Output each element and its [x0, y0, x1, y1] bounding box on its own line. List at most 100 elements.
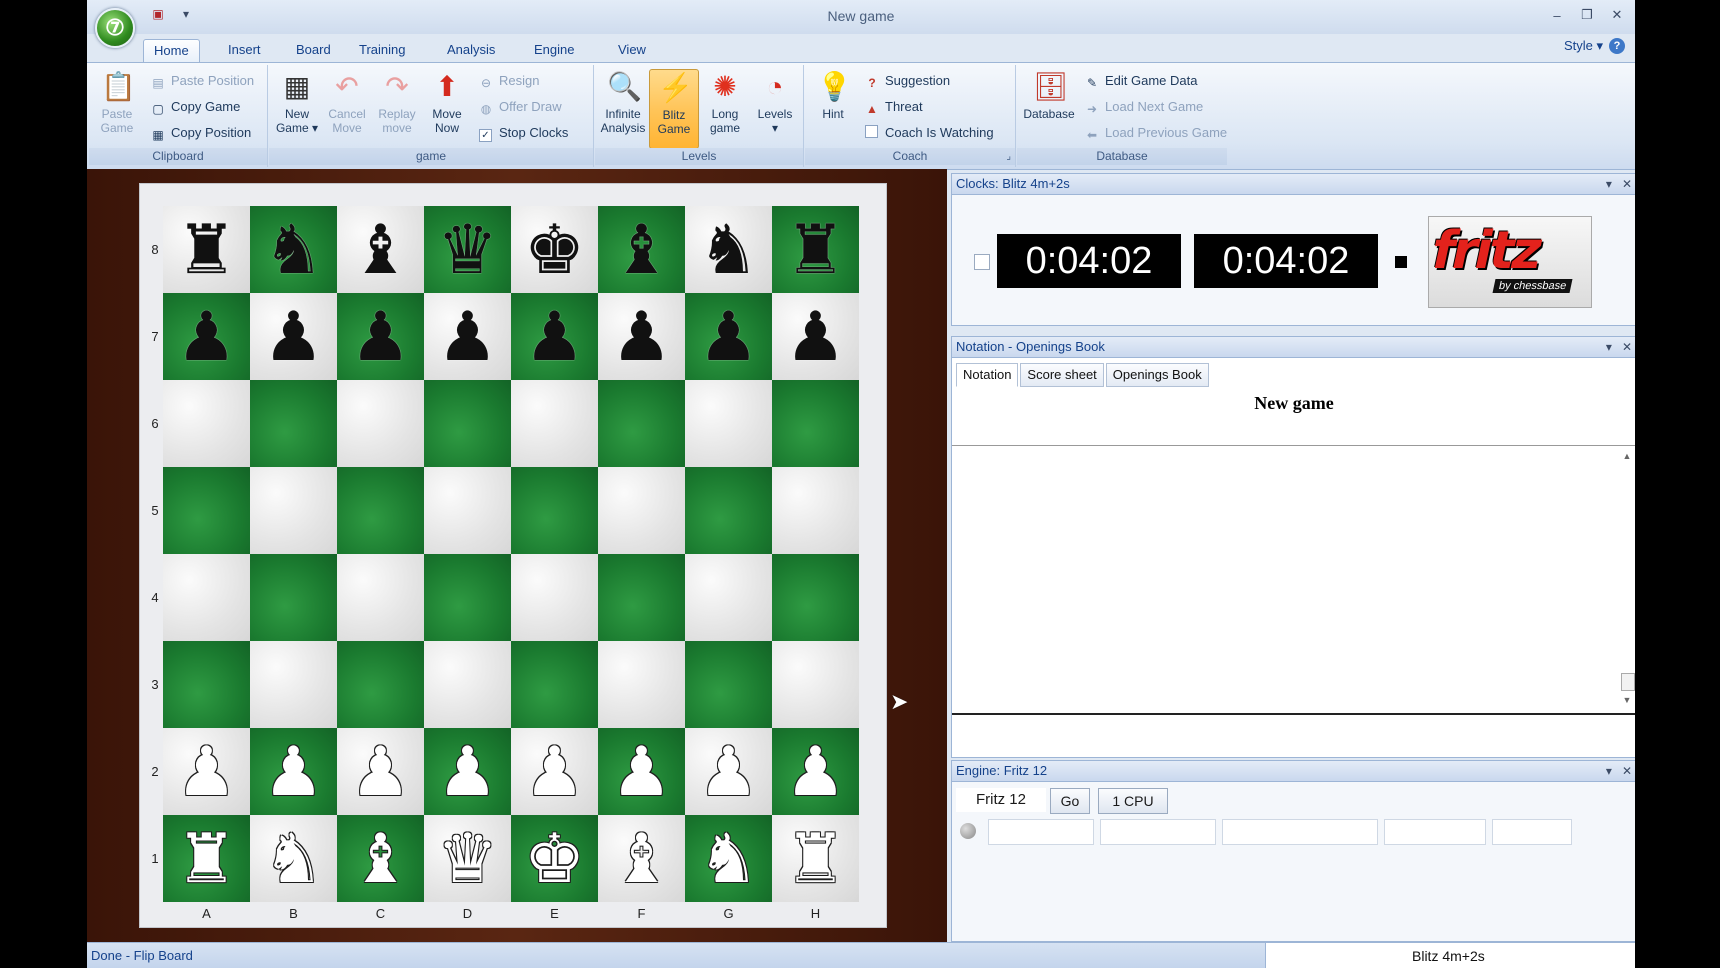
square-e3[interactable]	[511, 641, 598, 728]
square-b2[interactable]: ♟	[250, 728, 337, 815]
cpu-button[interactable]: 1 CPU	[1098, 788, 1168, 814]
tab-score-sheet[interactable]: Score sheet	[1020, 363, 1104, 387]
square-g1[interactable]: ♞	[685, 815, 772, 902]
square-h3[interactable]	[772, 641, 859, 728]
square-h4[interactable]	[772, 554, 859, 641]
hint-button[interactable]: 💡 Hint	[809, 69, 857, 147]
square-c3[interactable]	[337, 641, 424, 728]
paste-game-button[interactable]: 📋 Paste Game	[93, 69, 141, 147]
square-e1[interactable]: ♚	[511, 815, 598, 902]
tab-board[interactable]: Board	[286, 39, 341, 61]
square-h7[interactable]: ♟	[772, 293, 859, 380]
white-pawn-icon[interactable]: ♟	[611, 738, 672, 806]
notation-scrollbar[interactable]: ▲ ▼	[1620, 451, 1635, 705]
chessboard[interactable]: ♜ ♞ ♝ ♛ ♚ ♝ ♞ ♜ ♟ ♟ ♟ ♟ ♟ ♟ ♟ ♟ ♟ ♟ ♟ ♟ ♟ ♟ ♟ ♟ ♜ ♞ ♝ ♛ ♚ ♝ ♞ ♜	[163, 206, 859, 902]
square-e2[interactable]: ♟	[511, 728, 598, 815]
black-queen-icon[interactable]: ♛	[437, 216, 498, 284]
restore-icon[interactable]: ❐	[1575, 4, 1599, 26]
square-a7[interactable]: ♟	[163, 293, 250, 380]
panel-menu-icon[interactable]: ▾	[1606, 174, 1612, 194]
black-pawn-icon[interactable]: ♟	[350, 303, 411, 371]
load-next-game-button[interactable]: ➜ Load Next Game	[1085, 95, 1203, 119]
white-pawn-icon[interactable]: ♟	[437, 738, 498, 806]
cancel-move-button[interactable]: ↶ Cancel Move	[323, 69, 371, 147]
black-pawn-icon[interactable]: ♟	[437, 303, 498, 371]
square-e5[interactable]	[511, 467, 598, 554]
panel-close-icon[interactable]: ✕	[1622, 761, 1632, 781]
square-b3[interactable]	[250, 641, 337, 728]
dialog-launcher-icon[interactable]: ⌟	[1006, 148, 1011, 165]
square-b7[interactable]: ♟	[250, 293, 337, 380]
square-c7[interactable]: ♟	[337, 293, 424, 380]
square-c1[interactable]: ♝	[337, 815, 424, 902]
square-f2[interactable]: ♟	[598, 728, 685, 815]
levels-button[interactable]: ◔ Levels ▾	[751, 69, 799, 147]
square-b8[interactable]: ♞	[250, 206, 337, 293]
square-a1[interactable]: ♜	[163, 815, 250, 902]
square-a3[interactable]	[163, 641, 250, 728]
white-pawn-icon[interactable]: ♟	[524, 738, 585, 806]
panel-menu-icon[interactable]: ▾	[1606, 337, 1612, 357]
tab-home[interactable]: Home	[143, 39, 200, 62]
square-a2[interactable]: ♟	[163, 728, 250, 815]
tab-view[interactable]: View	[608, 39, 656, 61]
square-d2[interactable]: ♟	[424, 728, 511, 815]
white-knight-icon[interactable]: ♞	[698, 825, 759, 893]
square-c6[interactable]	[337, 380, 424, 467]
blitz-game-button[interactable]: ⚡ Blitz Game	[649, 69, 699, 149]
black-pawn-icon[interactable]: ♟	[176, 303, 237, 371]
black-pawn-icon[interactable]: ♟	[785, 303, 846, 371]
close-icon[interactable]: ✕	[1605, 4, 1629, 26]
square-d4[interactable]	[424, 554, 511, 641]
panel-close-icon[interactable]: ✕	[1622, 174, 1632, 194]
black-pawn-icon[interactable]: ♟	[698, 303, 759, 371]
square-f7[interactable]: ♟	[598, 293, 685, 380]
white-pawn-icon[interactable]: ♟	[176, 738, 237, 806]
engine-name[interactable]: Fritz 12	[956, 788, 1046, 812]
square-f3[interactable]	[598, 641, 685, 728]
square-a4[interactable]	[163, 554, 250, 641]
square-h6[interactable]	[772, 380, 859, 467]
square-g3[interactable]	[685, 641, 772, 728]
white-pawn-icon[interactable]: ♟	[263, 738, 324, 806]
square-g6[interactable]	[685, 380, 772, 467]
offer-draw-button[interactable]: ◍ Offer Draw	[479, 95, 562, 119]
square-a8[interactable]: ♜	[163, 206, 250, 293]
square-b4[interactable]	[250, 554, 337, 641]
style-menu[interactable]: Style ▾	[1564, 38, 1603, 54]
black-pawn-icon[interactable]: ♟	[263, 303, 324, 371]
white-pawn-icon[interactable]: ♟	[785, 738, 846, 806]
square-d1[interactable]: ♛	[424, 815, 511, 902]
clock-checkbox[interactable]	[974, 254, 990, 270]
tab-notation[interactable]: Notation	[956, 363, 1019, 387]
white-rook-icon[interactable]: ♜	[176, 825, 237, 893]
square-a5[interactable]	[163, 467, 250, 554]
long-game-button[interactable]: ✺ Long game	[701, 69, 749, 147]
scroll-up-icon[interactable]: ▲	[1620, 451, 1634, 461]
database-button[interactable]: 🗄 Database	[1021, 69, 1077, 147]
move-now-button[interactable]: ⬆ Move Now	[423, 69, 471, 147]
panel-close-icon[interactable]: ✕	[1622, 337, 1632, 357]
white-king-icon[interactable]: ♚	[524, 825, 585, 893]
black-rook-icon[interactable]: ♜	[785, 216, 846, 284]
square-c4[interactable]	[337, 554, 424, 641]
square-h5[interactable]	[772, 467, 859, 554]
replay-move-button[interactable]: ↷ Replay move	[373, 69, 421, 147]
square-e6[interactable]	[511, 380, 598, 467]
square-f6[interactable]	[598, 380, 685, 467]
coach-watching-checkbox[interactable]: Coach Is Watching	[865, 121, 994, 145]
square-f8[interactable]: ♝	[598, 206, 685, 293]
square-g8[interactable]: ♞	[685, 206, 772, 293]
square-e7[interactable]: ♟	[511, 293, 598, 380]
new-game-button[interactable]: ▦ New Game ▾	[273, 69, 321, 147]
edit-game-data-button[interactable]: ✎ Edit Game Data	[1085, 69, 1198, 93]
black-bishop-icon[interactable]: ♝	[350, 216, 411, 284]
square-h1[interactable]: ♜	[772, 815, 859, 902]
black-pawn-icon[interactable]: ♟	[611, 303, 672, 371]
white-queen-icon[interactable]: ♛	[437, 825, 498, 893]
square-d5[interactable]	[424, 467, 511, 554]
suggestion-button[interactable]: ? Suggestion	[865, 69, 950, 93]
black-knight-icon[interactable]: ♞	[263, 216, 324, 284]
square-g7[interactable]: ♟	[685, 293, 772, 380]
tab-insert[interactable]: Insert	[218, 39, 271, 61]
